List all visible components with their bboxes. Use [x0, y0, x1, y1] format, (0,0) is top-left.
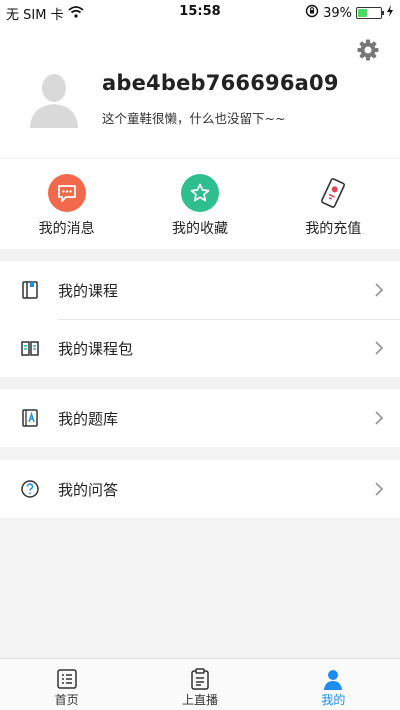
my-courses-row[interactable]: 我的课程 — [0, 261, 400, 319]
book-icon — [20, 280, 40, 300]
message-icon — [47, 174, 86, 212]
star-icon — [180, 174, 219, 212]
person-icon — [321, 667, 345, 691]
my-courses-label: 我的课程 — [58, 281, 119, 300]
my-question-bank-label: 我的题库 — [58, 409, 119, 428]
question-bank-icon — [20, 408, 40, 428]
my-recharge-label: 我的充值 — [305, 221, 362, 237]
orientation-lock-icon — [305, 4, 319, 22]
status-bar: 无 SIM 卡 15:58 39% — [0, 0, 400, 24]
tab-live[interactable]: 上直播 — [133, 659, 266, 710]
chevron-right-icon — [374, 410, 384, 426]
battery-icon — [356, 7, 384, 19]
charging-icon — [386, 5, 394, 21]
qa-group: 我的问答 — [0, 460, 400, 518]
tab-bar: 首页 上直播 我的 — [0, 658, 400, 710]
chevron-right-icon — [374, 340, 384, 356]
recharge-ticket-icon — [314, 174, 352, 212]
my-favorites-label: 我的收藏 — [171, 221, 228, 237]
chevron-right-icon — [374, 481, 384, 497]
tab-home-label: 首页 — [54, 693, 79, 707]
quick-actions: 我的消息 我的收藏 我的充值 — [0, 159, 400, 249]
tab-live-label: 上直播 — [181, 693, 218, 707]
my-question-bank-row[interactable]: 我的题库 — [0, 389, 400, 447]
battery-percent: 39% — [323, 5, 352, 21]
my-recharge-button[interactable]: 我的充值 — [267, 159, 400, 249]
tab-mine-label: 我的 — [321, 693, 346, 707]
my-qa-row[interactable]: 我的问答 — [0, 460, 400, 518]
my-messages-label: 我的消息 — [38, 221, 95, 237]
course-menu-group: 我的课程 我的课程包 — [0, 261, 400, 377]
list-icon — [55, 667, 79, 691]
clipboard-icon — [188, 667, 212, 691]
chevron-right-icon — [374, 282, 384, 298]
profile-header: abe4beb766696a09 这个童鞋很懒，什么也没留下~~ — [0, 24, 400, 158]
avatar[interactable] — [28, 68, 80, 128]
my-course-packages-row[interactable]: 我的课程包 — [0, 319, 400, 377]
tab-mine[interactable]: 我的 — [267, 659, 400, 710]
my-messages-button[interactable]: 我的消息 — [0, 159, 133, 249]
question-bank-group: 我的题库 — [0, 389, 400, 447]
signature-text: 这个童鞋很懒，什么也没留下~~ — [102, 111, 286, 126]
username: abe4beb766696a09 — [102, 71, 339, 95]
open-book-icon — [20, 338, 40, 358]
tab-home[interactable]: 首页 — [0, 659, 133, 710]
my-qa-label: 我的问答 — [58, 480, 119, 499]
question-icon — [20, 479, 40, 499]
gear-icon[interactable] — [356, 38, 380, 66]
my-favorites-button[interactable]: 我的收藏 — [133, 159, 266, 249]
my-course-packages-label: 我的课程包 — [58, 339, 134, 358]
